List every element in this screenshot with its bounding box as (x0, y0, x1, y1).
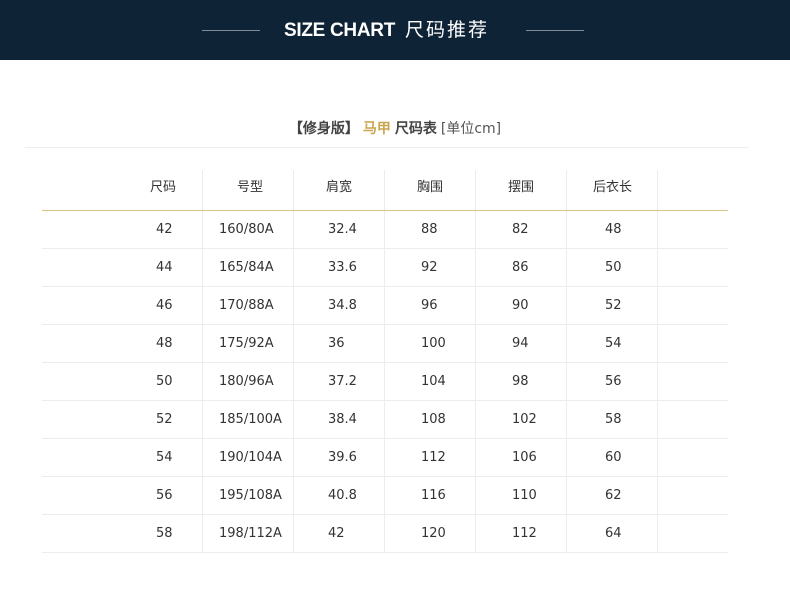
table-cell: 170/88A (203, 287, 294, 324)
table-cell: 82 (476, 211, 567, 248)
column-header: 尺码 (42, 170, 203, 210)
table-body: 42 160/80A 32.4 88 82 48 44 165/84A 33.6 92 86 50 46… (42, 211, 728, 553)
table-cell: 42 (42, 211, 203, 248)
fit-label: 【修身版】 (288, 121, 359, 137)
table-cell: 52 (42, 401, 203, 438)
header-banner: SIZE CHART 尺码推荐 (0, 0, 790, 60)
table-cell: 32.4 (294, 211, 385, 248)
table-cell: 165/84A (203, 249, 294, 286)
table-cell: 112 (476, 515, 567, 552)
table-row: 42 160/80A 32.4 88 82 48 (42, 211, 728, 249)
table-row: 56 195/108A 40.8 116 110 62 (42, 477, 728, 515)
table-cell: 86 (476, 249, 567, 286)
table-cell: 64 (567, 515, 658, 552)
table-cell: 190/104A (203, 439, 294, 476)
table-cell (658, 211, 728, 248)
table-cell: 33.6 (294, 249, 385, 286)
table-cell: 100 (385, 325, 476, 362)
table-cell: 37.2 (294, 363, 385, 400)
header-right-rule (526, 30, 584, 31)
table-cell (658, 325, 728, 362)
table-caption: 【修身版】 马甲 尺码表 [单位cm] (0, 119, 790, 139)
table-name-label: 尺码表 (394, 121, 437, 137)
table-cell: 54 (567, 325, 658, 362)
product-label: 马甲 (362, 121, 391, 137)
table-row: 52 185/100A 38.4 108 102 58 (42, 401, 728, 439)
table-cell: 110 (476, 477, 567, 514)
table-row: 48 175/92A 36 100 94 54 (42, 325, 728, 363)
table-cell: 50 (567, 249, 658, 286)
table-row: 50 180/96A 37.2 104 98 56 (42, 363, 728, 401)
table-header-row: 尺码 号型 肩宽 胸围 摆围 后衣长 (42, 170, 728, 211)
title-chinese: 尺码推荐 (405, 19, 490, 41)
table-cell: 112 (385, 439, 476, 476)
column-header: 摆围 (476, 170, 567, 210)
size-table: 尺码 号型 肩宽 胸围 摆围 后衣长 42 160/80A 32.4 88 82 48 44… (42, 170, 728, 553)
table-row: 44 165/84A 33.6 92 86 50 (42, 249, 728, 287)
table-cell: 160/80A (203, 211, 294, 248)
table-cell: 108 (385, 401, 476, 438)
table-cell (658, 287, 728, 324)
table-cell (658, 249, 728, 286)
table-cell (658, 515, 728, 552)
table-cell: 98 (476, 363, 567, 400)
table-cell: 44 (42, 249, 203, 286)
table-cell: 62 (567, 477, 658, 514)
table-cell: 56 (567, 363, 658, 400)
table-cell: 175/92A (203, 325, 294, 362)
table-cell: 48 (42, 325, 203, 362)
table-cell (658, 439, 728, 476)
table-cell: 48 (567, 211, 658, 248)
table-cell: 92 (385, 249, 476, 286)
table-cell: 88 (385, 211, 476, 248)
table-cell: 54 (42, 439, 203, 476)
title-english: SIZE CHART (284, 20, 396, 41)
table-cell: 120 (385, 515, 476, 552)
table-cell: 102 (476, 401, 567, 438)
caption-divider (25, 147, 749, 148)
table-cell: 36 (294, 325, 385, 362)
table-cell: 34.8 (294, 287, 385, 324)
table-cell: 116 (385, 477, 476, 514)
table-cell: 58 (42, 515, 203, 552)
table-cell (658, 401, 728, 438)
table-cell: 46 (42, 287, 203, 324)
column-header: 后衣长 (567, 170, 658, 210)
table-cell (658, 477, 728, 514)
table-cell: 106 (476, 439, 567, 476)
table-cell: 185/100A (203, 401, 294, 438)
column-header: 肩宽 (294, 170, 385, 210)
table-cell: 90 (476, 287, 567, 324)
table-cell: 94 (476, 325, 567, 362)
table-cell: 198/112A (203, 515, 294, 552)
table-cell: 96 (385, 287, 476, 324)
table-cell: 58 (567, 401, 658, 438)
column-header (658, 170, 728, 210)
table-cell: 60 (567, 439, 658, 476)
table-cell: 56 (42, 477, 203, 514)
table-cell: 39.6 (294, 439, 385, 476)
table-row: 54 190/104A 39.6 112 106 60 (42, 439, 728, 477)
column-header: 胸围 (385, 170, 476, 210)
table-cell: 42 (294, 515, 385, 552)
table-cell: 180/96A (203, 363, 294, 400)
table-row: 46 170/88A 34.8 96 90 52 (42, 287, 728, 325)
table-cell: 52 (567, 287, 658, 324)
unit-label: [单位cm] (440, 121, 502, 137)
table-row: 58 198/112A 42 120 112 64 (42, 515, 728, 553)
header-left-rule (202, 30, 260, 31)
table-cell: 104 (385, 363, 476, 400)
table-cell: 195/108A (203, 477, 294, 514)
table-cell: 50 (42, 363, 203, 400)
table-cell: 38.4 (294, 401, 385, 438)
table-cell: 40.8 (294, 477, 385, 514)
page-title: SIZE CHART 尺码推荐 (284, 17, 489, 43)
column-header: 号型 (203, 170, 294, 210)
table-cell (658, 363, 728, 400)
